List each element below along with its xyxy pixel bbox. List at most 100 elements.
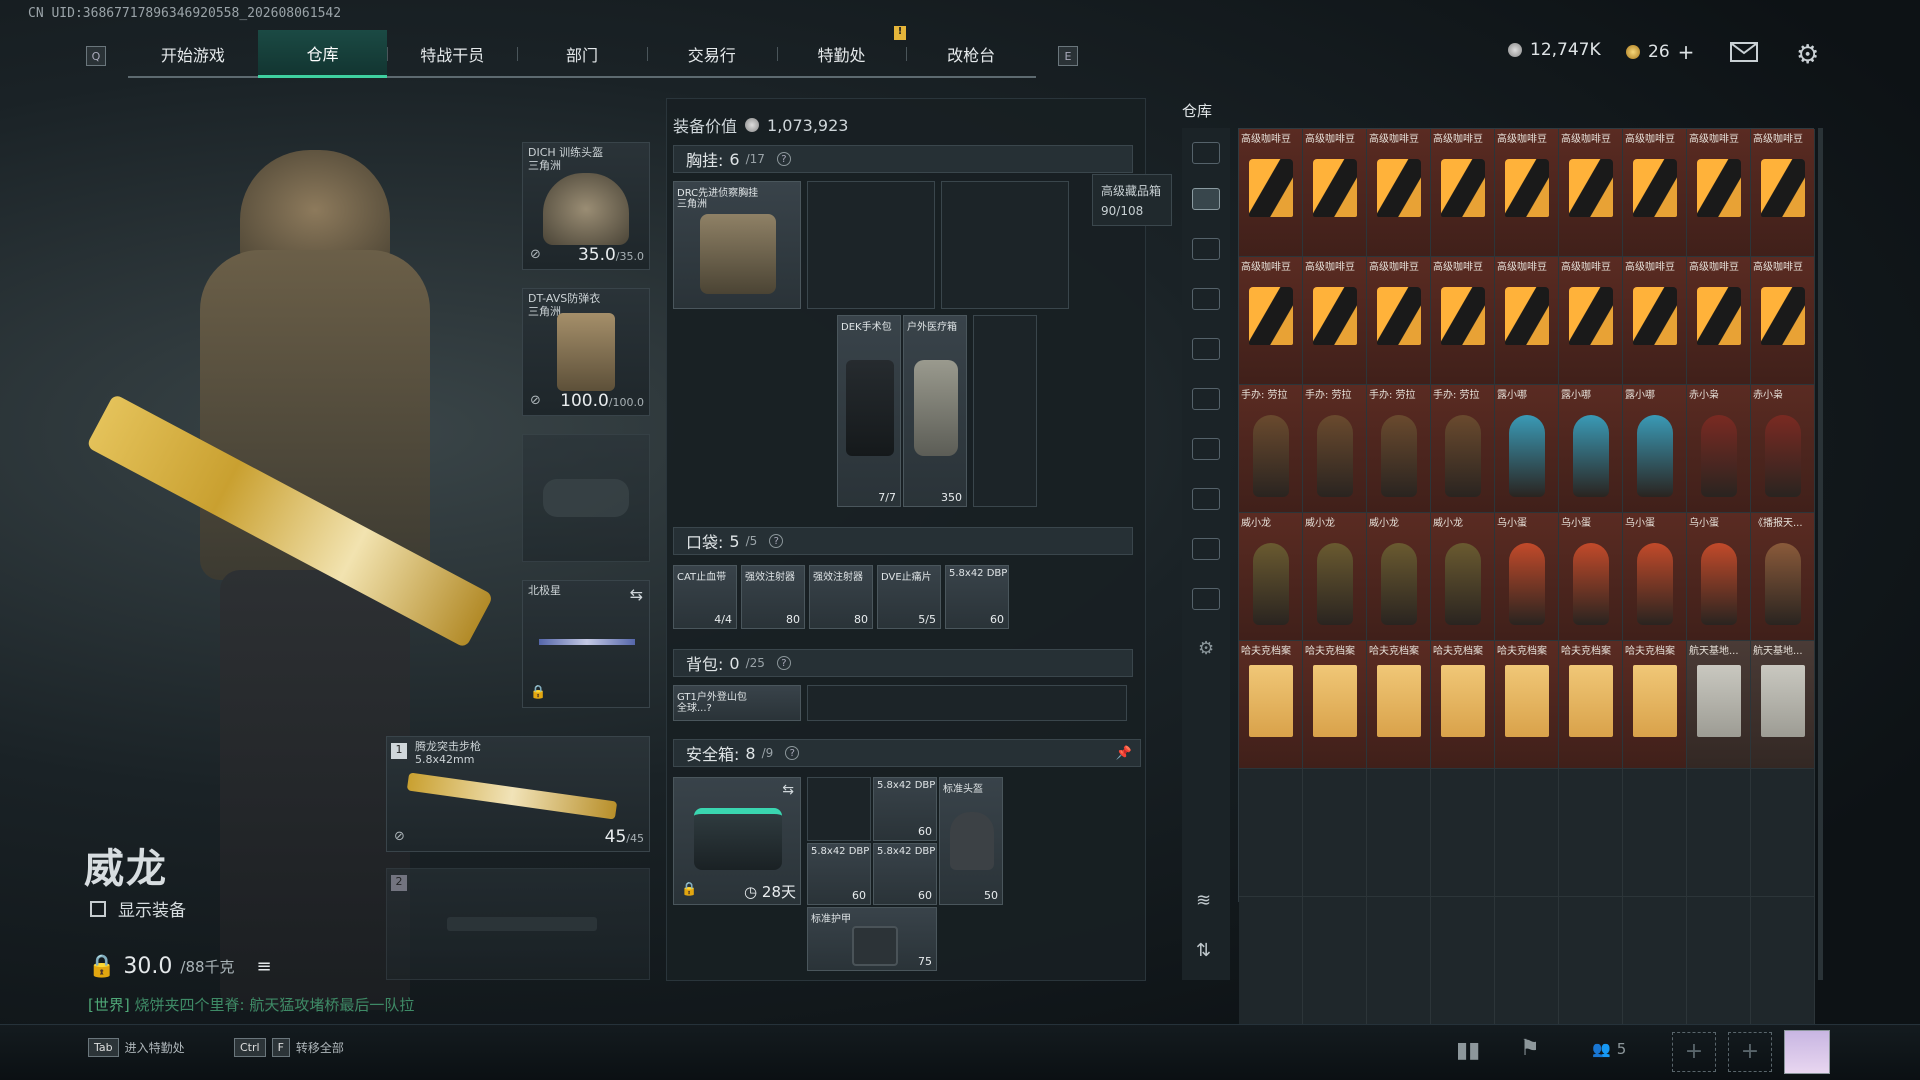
melee-slot[interactable]: 北极星 ⇆ 🔒: [522, 580, 650, 708]
pin-icon[interactable]: 📌: [1116, 746, 1132, 761]
warehouse-item[interactable]: 高级咖啡豆: [1431, 129, 1495, 257]
warehouse-item[interactable]: 露小哪: [1623, 385, 1687, 513]
warehouse-item[interactable]: 哈夫克档案: [1431, 641, 1495, 769]
safe-slot-empty[interactable]: [807, 777, 871, 841]
warehouse-item[interactable]: 威小龙: [1367, 513, 1431, 641]
storage-tab-7-icon[interactable]: [1192, 488, 1220, 510]
warehouse-empty-cell[interactable]: [1303, 897, 1367, 1025]
storage-tab-1-icon[interactable]: [1192, 188, 1220, 210]
warehouse-item[interactable]: 高级咖啡豆: [1367, 257, 1431, 385]
invite-slot-2[interactable]: +: [1728, 1032, 1772, 1072]
chest-slot-empty[interactable]: [973, 315, 1037, 507]
primary-weapon-slot[interactable]: 1 腾龙突击步枪 5.8x42mm ⊘ 45/45: [386, 736, 650, 852]
help-icon[interactable]: ?: [785, 746, 800, 760]
all-items-icon[interactable]: [1192, 142, 1220, 164]
warehouse-item[interactable]: 高级咖啡豆: [1751, 257, 1815, 385]
list-icon[interactable]: ≡: [257, 956, 272, 977]
warehouse-empty-cell[interactable]: [1303, 769, 1367, 897]
warehouse-item[interactable]: 哈夫克档案: [1495, 641, 1559, 769]
warehouse-item[interactable]: 乌小蛋: [1559, 513, 1623, 641]
stats-icon[interactable]: ▮▮: [1456, 1038, 1480, 1063]
warehouse-empty-cell[interactable]: [1495, 897, 1559, 1025]
secondary-weapon-slot[interactable]: 2: [386, 868, 650, 980]
tab-start-game[interactable]: 开始游戏: [128, 30, 258, 78]
pocket-item[interactable]: 强效注射器 80: [741, 565, 805, 629]
warehouse-item[interactable]: 乌小蛋: [1687, 513, 1751, 641]
help-icon[interactable]: ?: [776, 152, 791, 166]
medical-box-item[interactable]: 户外医疗箱 350: [903, 315, 967, 507]
pocket-item[interactable]: DVE止痛片 5/5: [877, 565, 941, 629]
warehouse-empty-cell[interactable]: [1367, 769, 1431, 897]
warehouse-item[interactable]: 手办: 劳拉: [1239, 385, 1303, 513]
warehouse-settings-icon[interactable]: ⚙: [1198, 638, 1214, 659]
warehouse-empty-cell[interactable]: [1559, 897, 1623, 1025]
surgery-kit-item[interactable]: DEK手术包 7/7: [837, 315, 901, 507]
chat-line[interactable]: [世界] 烧饼夹四个里脊: 航天猛攻堵桥最后一队拉: [88, 994, 414, 1015]
storage-tab-2-icon[interactable]: [1192, 238, 1220, 260]
safe-item[interactable]: 标准护甲 75: [807, 907, 937, 971]
warehouse-item[interactable]: 哈夫克档案: [1559, 641, 1623, 769]
pocket-item[interactable]: 5.8x42 DBP10-P 60: [945, 565, 1009, 629]
warehouse-item[interactable]: 高级咖啡豆: [1303, 257, 1367, 385]
help-icon[interactable]: ?: [769, 534, 784, 548]
storage-tab-6-icon[interactable]: [1192, 438, 1220, 460]
warehouse-item[interactable]: 《播报天...: [1751, 513, 1815, 641]
storage-tab-5-icon[interactable]: [1192, 388, 1220, 410]
warehouse-item[interactable]: 赤小枭: [1687, 385, 1751, 513]
enter-special-ops-hint[interactable]: Tab 进入特勤处: [88, 1038, 185, 1057]
show-equipment-checkbox[interactable]: [90, 900, 106, 917]
pocket-item[interactable]: CAT止血带 4/4: [673, 565, 737, 629]
warehouse-item[interactable]: 哈夫克档案: [1367, 641, 1431, 769]
warehouse-item[interactable]: 高级咖啡豆: [1495, 129, 1559, 257]
tab-gunsmith[interactable]: 改枪台: [906, 30, 1036, 78]
warehouse-item[interactable]: 高级咖啡豆: [1623, 257, 1687, 385]
warehouse-item[interactable]: 威小龙: [1431, 513, 1495, 641]
warehouse-item[interactable]: 威小龙: [1239, 513, 1303, 641]
warehouse-empty-cell[interactable]: [1751, 897, 1815, 1025]
warehouse-item[interactable]: 威小龙: [1303, 513, 1367, 641]
warehouse-empty-cell[interactable]: [1623, 769, 1687, 897]
warehouse-empty-cell[interactable]: [1431, 769, 1495, 897]
warehouse-item[interactable]: 露小哪: [1559, 385, 1623, 513]
safe-box-item[interactable]: ⇆ 🔒 ◷ 28天: [673, 777, 801, 905]
warehouse-item[interactable]: 哈夫克档案: [1623, 641, 1687, 769]
armor-slot[interactable]: DT-AVS防弹衣 三角洲 ⊘ 100.0/100.0: [522, 288, 650, 416]
warehouse-item[interactable]: 高级咖啡豆: [1367, 129, 1431, 257]
warehouse-item[interactable]: 露小哪: [1495, 385, 1559, 513]
warehouse-empty-cell[interactable]: [1239, 769, 1303, 897]
warehouse-empty-cell[interactable]: [1367, 897, 1431, 1025]
friends-button[interactable]: 👥 5: [1592, 1040, 1626, 1058]
storage-tab-4-icon[interactable]: [1192, 338, 1220, 360]
storage-tab-9-icon[interactable]: [1192, 588, 1220, 610]
warehouse-item[interactable]: 手办: 劳拉: [1303, 385, 1367, 513]
warehouse-empty-cell[interactable]: [1239, 897, 1303, 1025]
sort-icon[interactable]: ⇅: [1196, 940, 1211, 961]
tab-operators[interactable]: 特战干员: [387, 30, 517, 78]
add-gold-button[interactable]: +: [1678, 40, 1695, 64]
nav-next-key[interactable]: E: [1058, 46, 1078, 66]
storage-tab-8-icon[interactable]: [1192, 538, 1220, 560]
mail-icon[interactable]: [1730, 42, 1758, 62]
warehouse-item[interactable]: 高级咖啡豆: [1687, 129, 1751, 257]
warehouse-item[interactable]: 高级咖啡豆: [1687, 257, 1751, 385]
show-equipment-toggle[interactable]: 显示装备: [90, 896, 186, 921]
warehouse-item[interactable]: 高级咖啡豆: [1239, 129, 1303, 257]
warehouse-item[interactable]: 手办: 劳拉: [1431, 385, 1495, 513]
warehouse-item[interactable]: 高级咖啡豆: [1303, 129, 1367, 257]
warehouse-empty-cell[interactable]: [1751, 769, 1815, 897]
pistol-slot[interactable]: [522, 434, 650, 562]
warehouse-item[interactable]: 高级咖啡豆: [1623, 129, 1687, 257]
safe-item[interactable]: 5.8x42 DBP10-P 60: [873, 777, 937, 841]
flag-icon[interactable]: ⚑: [1520, 1036, 1540, 1061]
transfer-all-hint[interactable]: Ctrl F 转移全部: [234, 1038, 344, 1057]
player-avatar[interactable]: [1784, 1030, 1830, 1074]
warehouse-empty-cell[interactable]: [1623, 897, 1687, 1025]
invite-slot-1[interactable]: +: [1672, 1032, 1716, 1072]
warehouse-item[interactable]: 高级咖啡豆: [1495, 257, 1559, 385]
warehouse-item[interactable]: 高级咖啡豆: [1559, 129, 1623, 257]
chest-rig-item[interactable]: DRC先进侦察胸挂 三角洲: [673, 181, 801, 309]
pocket-item[interactable]: 强效注射器 80: [809, 565, 873, 629]
warehouse-empty-cell[interactable]: [1431, 897, 1495, 1025]
tab-trading[interactable]: 交易行: [646, 30, 777, 78]
safe-item[interactable]: 标准头盔 50: [939, 777, 1003, 905]
